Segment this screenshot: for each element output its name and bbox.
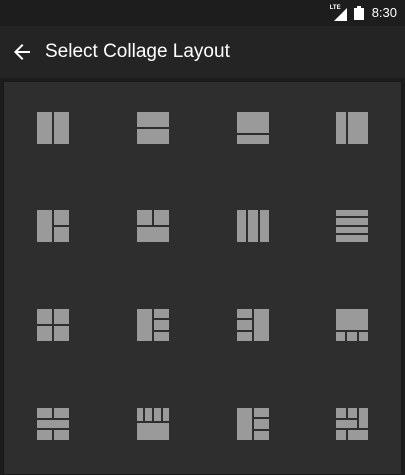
layout-top-split-icon <box>137 210 169 242</box>
layout-grid <box>3 81 402 475</box>
layout-option-top-split[interactable] <box>108 181 198 271</box>
layout-small-left-icon <box>336 112 368 144</box>
layout-left-column-right-three-icon <box>137 309 169 341</box>
layout-option-left-column-right-stack[interactable] <box>208 379 298 469</box>
layout-option-grid-complex[interactable] <box>307 379 397 469</box>
status-icons: LTE 8:30 <box>330 4 397 22</box>
layout-option-left-three-right-column[interactable] <box>208 280 298 370</box>
layout-option-three-columns[interactable] <box>208 181 298 271</box>
layout-large-top-icon <box>237 112 269 144</box>
layout-option-top-four-bottom-wide[interactable] <box>108 379 198 469</box>
page-title: Select Collage Layout <box>45 41 230 62</box>
layout-top-four-bottom-wide-icon <box>137 408 169 440</box>
layout-option-four-rows[interactable] <box>307 181 397 271</box>
layout-left-column-right-split-icon <box>37 210 69 242</box>
layout-option-two-columns[interactable] <box>8 83 98 173</box>
layout-option-two-by-two[interactable] <box>8 280 98 370</box>
layout-option-small-left[interactable] <box>307 83 397 173</box>
layout-three-columns-icon <box>237 210 269 242</box>
layout-option-mixed[interactable] <box>8 379 98 469</box>
layout-two-rows-icon <box>137 112 169 144</box>
layout-two-columns-icon <box>37 112 69 144</box>
layout-left-three-right-column-icon <box>237 309 269 341</box>
layout-left-column-right-stack-icon <box>237 408 269 440</box>
status-bar: LTE 8:30 <box>0 0 405 26</box>
signal-icon: LTE <box>330 5 348 21</box>
back-button[interactable] <box>6 36 38 68</box>
layout-option-large-top[interactable] <box>208 83 298 173</box>
layout-mixed-icon <box>37 408 69 440</box>
layout-option-left-column-right-split[interactable] <box>8 181 98 271</box>
layout-option-left-column-right-three[interactable] <box>108 280 198 370</box>
layout-top-large-bottom-three-icon <box>336 309 368 341</box>
layout-option-two-rows[interactable] <box>108 83 198 173</box>
arrow-back-icon <box>14 44 30 60</box>
status-time: 8:30 <box>371 5 397 20</box>
layout-grid-complex-icon <box>336 408 368 440</box>
layout-four-rows-icon <box>336 210 368 242</box>
layout-two-by-two-icon <box>37 309 69 341</box>
battery-icon <box>353 6 364 20</box>
toolbar: Select Collage Layout <box>0 26 405 78</box>
layout-option-top-large-bottom-three[interactable] <box>307 280 397 370</box>
